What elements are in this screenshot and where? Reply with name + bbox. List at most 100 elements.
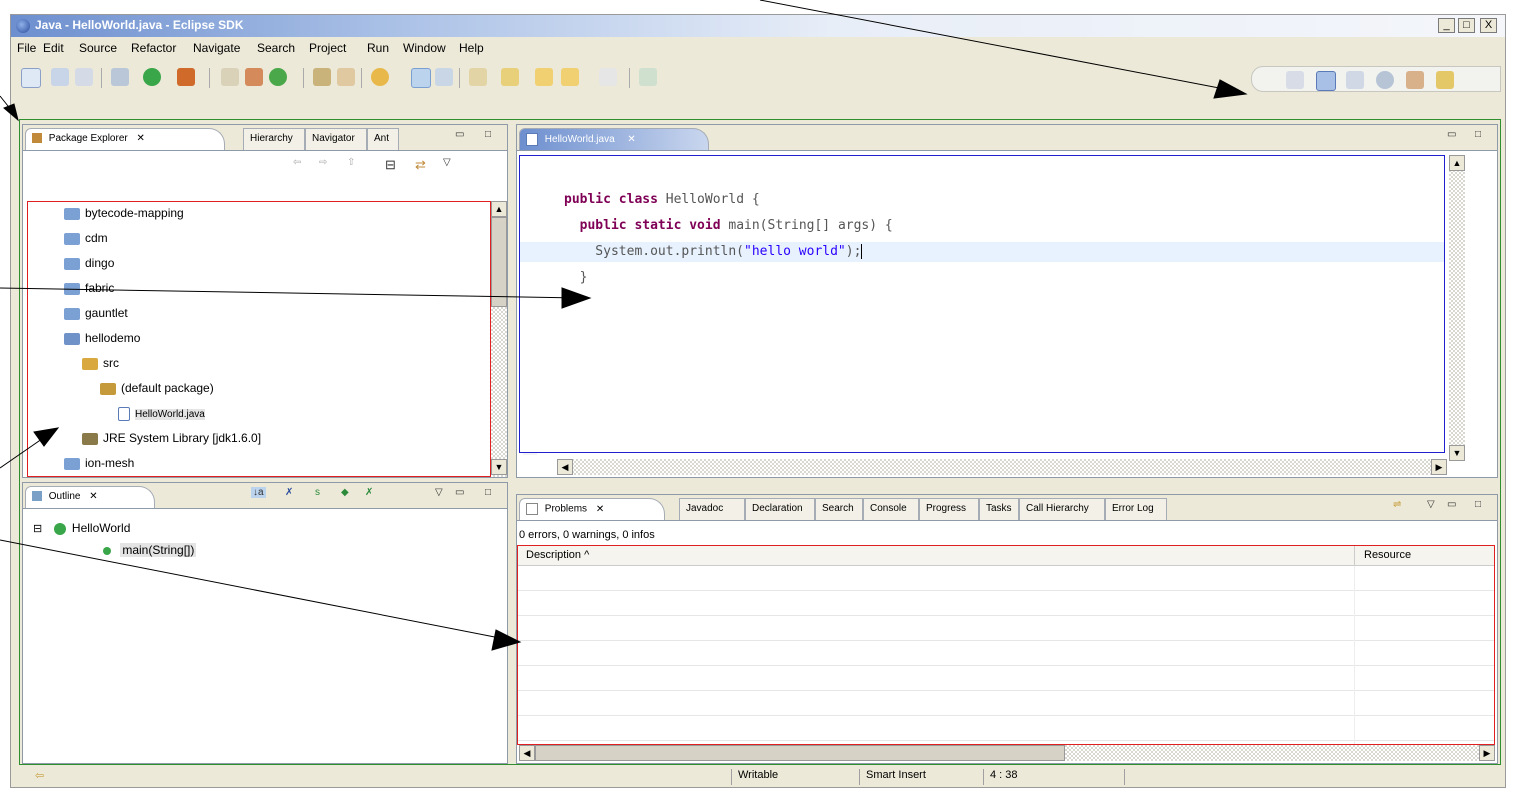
maximize-view-icon[interactable]: □ (485, 487, 491, 498)
tab-hierarchy[interactable]: Hierarchy (243, 128, 305, 150)
print-icon[interactable] (75, 68, 93, 86)
tab-call-hierarchy[interactable]: Call Hierarchy (1019, 498, 1105, 520)
tab-package-explorer[interactable]: Package Explorer ✕ (25, 128, 225, 150)
scroll-thumb[interactable] (535, 745, 1065, 761)
outline-item-class[interactable]: ⊟ HelloWorld (33, 521, 493, 541)
back-icon[interactable]: ⇦ (293, 157, 301, 168)
menu-project[interactable]: Project (309, 41, 346, 55)
editor-vertical-scrollbar[interactable]: ▲ ▼ (1449, 155, 1465, 461)
code-editor[interactable]: public class HelloWorld { public static … (519, 155, 1445, 453)
toggle-mark-occurrences-icon[interactable] (411, 68, 431, 88)
scroll-down-button[interactable]: ▼ (491, 459, 507, 475)
link-with-editor-icon[interactable]: ⇄ (415, 157, 426, 173)
close-icon[interactable]: ✕ (596, 504, 604, 515)
open-perspective-icon[interactable] (1286, 71, 1304, 89)
minimize-view-icon[interactable]: ▭ (455, 487, 464, 498)
save-icon[interactable] (51, 68, 69, 86)
maximize-view-icon[interactable]: □ (1475, 129, 1481, 140)
run-icon[interactable] (143, 68, 161, 86)
new-package-icon[interactable] (245, 68, 263, 86)
column-header-description[interactable]: Description ^ (526, 549, 589, 561)
new-icon[interactable] (21, 68, 41, 88)
editor-horizontal-scrollbar[interactable]: ◀ ▶ (557, 459, 1447, 475)
menu-source[interactable]: Source (79, 41, 117, 55)
scroll-down-button[interactable]: ▼ (1449, 445, 1465, 461)
back-icon[interactable] (535, 68, 553, 86)
hide-static-icon[interactable]: s (315, 487, 320, 498)
last-edit-location-icon[interactable] (599, 68, 617, 86)
tab-console[interactable]: Console (863, 498, 919, 520)
team-sync-perspective-icon[interactable] (1406, 71, 1424, 89)
tree-item[interactable]: JRE System Library [jdk1.6.0] (82, 431, 261, 453)
previous-annotation-icon[interactable] (501, 68, 519, 86)
close-button[interactable]: X (1480, 18, 1497, 33)
maximize-view-icon[interactable]: □ (1475, 499, 1481, 510)
tab-tasks[interactable]: Tasks (979, 498, 1019, 520)
hide-local-types-icon[interactable]: ✗ (365, 487, 373, 498)
new-java-project-icon[interactable] (221, 68, 239, 86)
menu-help[interactable]: Help (459, 41, 484, 55)
close-icon[interactable]: ✕ (137, 133, 145, 144)
tree-item[interactable]: hellodemo (64, 331, 140, 353)
fast-view-icon[interactable]: ⇦ (35, 769, 44, 782)
scroll-thumb[interactable] (491, 217, 507, 307)
menu-run[interactable]: Run (367, 41, 389, 55)
minimize-view-icon[interactable]: ▭ (1447, 129, 1456, 140)
tree-item[interactable]: gauntlet (64, 306, 128, 328)
sort-icon[interactable]: ↓a (251, 487, 266, 498)
tree-item[interactable]: ion-mesh (64, 456, 134, 476)
tab-javadoc[interactable]: Javadoc (679, 498, 745, 520)
tab-progress[interactable]: Progress (919, 498, 979, 520)
tab-declaration[interactable]: Declaration (745, 498, 815, 520)
outline-item-method[interactable]: main(String[]) (103, 543, 483, 563)
tab-search[interactable]: Search (815, 498, 863, 520)
java-browsing-perspective-icon[interactable] (1346, 71, 1364, 89)
debug-perspective-icon[interactable] (1376, 71, 1394, 89)
hide-non-public-icon[interactable]: ◆ (341, 487, 349, 498)
minimize-view-icon[interactable]: ▭ (455, 129, 464, 140)
scroll-left-button[interactable]: ◀ (519, 745, 535, 761)
maximize-button[interactable]: □ (1458, 18, 1475, 33)
scroll-right-button[interactable]: ▶ (1431, 459, 1447, 475)
column-divider[interactable] (1354, 546, 1355, 566)
up-icon[interactable]: ⇧ (347, 157, 355, 168)
forward-icon[interactable] (561, 68, 579, 86)
tab-error-log[interactable]: Error Log (1105, 498, 1167, 520)
menu-navigate[interactable]: Navigate (193, 41, 240, 55)
hide-fields-icon[interactable]: ✗ (285, 487, 293, 498)
column-header-resource[interactable]: Resource (1364, 549, 1411, 561)
next-annotation-icon[interactable] (469, 68, 487, 86)
tree-item[interactable]: fabric (64, 281, 114, 303)
package-tree-scrollbar[interactable]: ▲ ▼ (491, 201, 507, 477)
pin-editor-icon[interactable] (639, 68, 657, 86)
tab-helloworld-java[interactable]: HelloWorld.java ✕ (519, 128, 709, 150)
title-bar[interactable]: Java - HelloWorld.java - Eclipse SDK _ □… (11, 15, 1505, 37)
collapse-all-icon[interactable]: ⊟ (385, 157, 396, 173)
view-menu-icon[interactable]: ▽ (435, 487, 443, 498)
java-perspective-icon[interactable] (1316, 71, 1336, 91)
tree-item[interactable]: bytecode-mapping (64, 206, 184, 228)
close-icon[interactable]: ✕ (627, 134, 635, 145)
scroll-up-button[interactable]: ▲ (491, 201, 507, 217)
tree-item[interactable]: HelloWorld.java (118, 406, 205, 428)
tab-problems[interactable]: Problems ✕ (519, 498, 665, 520)
tree-item[interactable]: cdm (64, 231, 108, 253)
open-task-icon[interactable] (371, 68, 389, 86)
expand-icon[interactable]: ⊟ (33, 523, 42, 535)
problems-horizontal-scrollbar[interactable]: ◀ ▶ (519, 745, 1495, 761)
tree-item[interactable]: src (82, 356, 119, 378)
external-tools-icon[interactable] (177, 68, 195, 86)
maximize-view-icon[interactable]: □ (485, 129, 491, 140)
debug-icon[interactable] (111, 68, 129, 86)
scroll-up-button[interactable]: ▲ (1449, 155, 1465, 171)
scroll-right-button[interactable]: ▶ (1479, 745, 1495, 761)
minimize-view-icon[interactable]: ▭ (1447, 499, 1456, 510)
menu-refactor[interactable]: Refactor (131, 41, 176, 55)
view-menu-icon[interactable]: ▽ (443, 157, 451, 168)
tab-navigator[interactable]: Navigator (305, 128, 367, 150)
tree-item[interactable]: (default package) (100, 381, 214, 403)
tab-outline[interactable]: Outline ✕ (25, 486, 155, 508)
scroll-left-button[interactable]: ◀ (557, 459, 573, 475)
open-type-icon[interactable] (313, 68, 331, 86)
menu-search[interactable]: Search (257, 41, 295, 55)
